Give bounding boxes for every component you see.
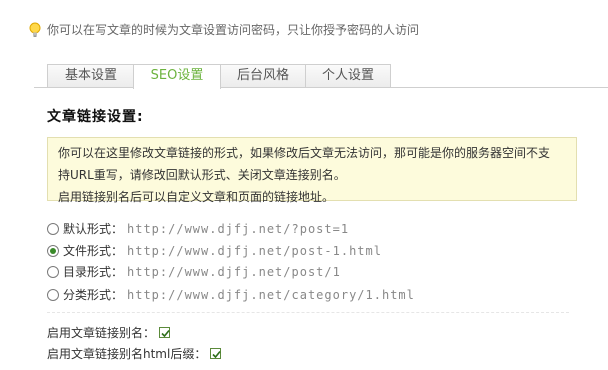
- checkmark-icon: [212, 350, 221, 359]
- link-form-directory[interactable]: 目录形式： http://www.djfj.net/post/1: [47, 263, 341, 280]
- radio-file-label: 文件形式：: [63, 244, 124, 258]
- option-alias[interactable]: 启用文章链接别名：: [47, 324, 171, 341]
- option-alias-html[interactable]: 启用文章链接别名html后缀：: [47, 345, 222, 362]
- option-alias-html-label: 启用文章链接别名html后缀：: [47, 347, 207, 361]
- radio-category[interactable]: [47, 288, 59, 301]
- radio-directory-label: 目录形式：: [63, 265, 124, 279]
- radio-default[interactable]: [47, 222, 59, 235]
- url-file: http://www.djfj.net/post-1.html: [127, 243, 382, 258]
- divider: [47, 312, 569, 313]
- radio-default-label: 默认形式：: [63, 222, 124, 236]
- tab-basic-settings[interactable]: 基本设置: [47, 64, 135, 87]
- url-default: http://www.djfj.net/?post=1: [127, 221, 350, 236]
- tab-personal-settings[interactable]: 个人设置: [305, 64, 391, 87]
- notice-line-2: 持URL重写，请修改回默认形式、关闭文章连接别名。: [58, 168, 346, 182]
- checkmark-icon: [161, 329, 170, 338]
- option-alias-label: 启用文章链接别名：: [47, 326, 156, 340]
- radio-category-label: 分类形式：: [63, 288, 124, 302]
- section-title: 文章链接设置:: [47, 109, 144, 125]
- link-form-default[interactable]: 默认形式： http://www.djfj.net/?post=1: [47, 220, 349, 237]
- tabs-baseline: [34, 87, 608, 88]
- notice-line-1: 你可以在这里修改文章链接的形式，如果修改后文章无法访问，那可能是你的服务器空间不…: [58, 146, 551, 160]
- lightbulb-icon: [29, 22, 41, 37]
- tip-text: 你可以在写文章的时候为文章设置访问密码，只让你授予密码的人访问: [47, 23, 420, 37]
- radio-directory[interactable]: [47, 265, 59, 278]
- tab-admin-style[interactable]: 后台风格: [219, 64, 307, 87]
- settings-tabs: 基本设置 SEO设置 后台风格 个人设置: [0, 64, 608, 89]
- notice-line-3: 启用链接别名后可以自定义文章和页面的链接地址。: [58, 190, 335, 204]
- tab-seo-settings[interactable]: SEO设置: [133, 64, 221, 89]
- notice-box: 你可以在这里修改文章链接的形式，如果修改后文章无法访问，那可能是你的服务器空间不…: [47, 137, 577, 204]
- link-form-file[interactable]: 文件形式： http://www.djfj.net/post-1.html: [47, 242, 382, 259]
- link-form-category[interactable]: 分类形式： http://www.djfj.net/category/1.htm…: [47, 286, 415, 303]
- url-category: http://www.djfj.net/category/1.html: [127, 287, 415, 302]
- tip-line: 你可以在写文章的时候为文章设置访问密码，只让你授予密码的人访问: [28, 21, 419, 38]
- alias-html-checkbox[interactable]: [210, 348, 222, 359]
- url-directory: http://www.djfj.net/post/1: [127, 264, 341, 279]
- alias-checkbox[interactable]: [159, 327, 171, 338]
- radio-file[interactable]: [47, 244, 59, 257]
